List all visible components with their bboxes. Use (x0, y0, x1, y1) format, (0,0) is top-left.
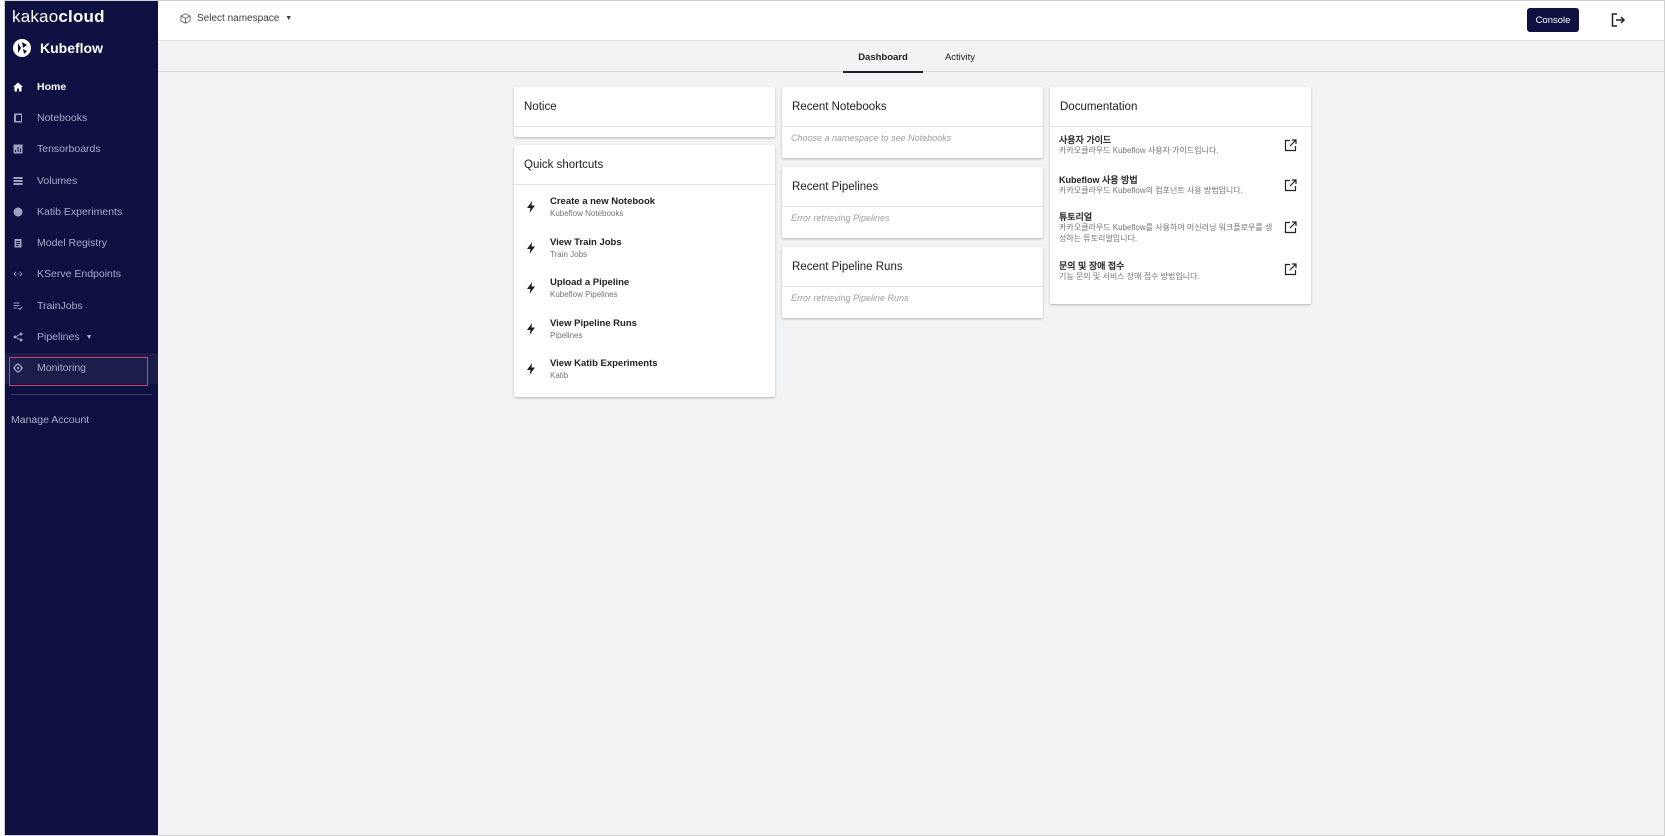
shortcut-upload-pipeline[interactable]: Upload a Pipeline Kubeflow Pipelines (514, 270, 775, 311)
card-title: Notice (514, 87, 775, 127)
sidebar-nav: Home Notebooks Tensorboards Volumes Kati… (5, 71, 158, 386)
kubeflow-logo[interactable]: Kubeflow (12, 38, 103, 58)
shortcut-create-notebook[interactable]: Create a new Notebook Kubeflow Notebooks (514, 189, 775, 230)
home-icon (12, 81, 23, 92)
cube-icon (180, 13, 191, 24)
namespace-label: Select namespace (197, 13, 280, 24)
sidebar-item-notebooks[interactable]: Notebooks (5, 102, 158, 133)
external-link-icon (1284, 139, 1297, 152)
bolt-icon (527, 363, 535, 375)
bolt-icon (527, 322, 535, 335)
clipboard-icon (12, 238, 23, 249)
bolt-icon (527, 282, 535, 294)
sidebar-item-trainjobs[interactable]: TrainJobs (5, 290, 158, 321)
error-state-text: Error retrieving Pipelines (791, 213, 890, 223)
sidebar-item-pipelines[interactable]: Pipelines ▼ (5, 321, 158, 352)
shortcut-view-pipeline-runs[interactable]: View Pipeline Runs Pipelines (514, 311, 775, 352)
sidebar-item-model-registry[interactable]: Model Registry (5, 227, 158, 258)
chevron-down-icon: ▼ (285, 15, 293, 22)
topbar: Select namespace ▼ Console (158, 1, 1664, 41)
empty-state-text: Choose a namespace to see Notebooks (791, 133, 952, 143)
shortcut-view-train-jobs[interactable]: View Train Jobs Train Jobs (514, 230, 775, 271)
tab-dashboard[interactable]: Dashboard (843, 42, 923, 73)
doc-link-support[interactable]: 문의 및 장애 접수 기능 문의 및 서비스 장애 접수 방법입니다. (1050, 260, 1311, 296)
kubeflow-icon (13, 39, 31, 57)
external-link-icon (1284, 221, 1297, 234)
sidebar-item-tensorboards[interactable]: Tensorboards (5, 134, 158, 165)
recent-notebooks-card: Recent Notebooks Choose a namespace to s… (782, 87, 1043, 158)
card-title: Quick shortcuts (514, 145, 775, 185)
external-link-icon (1284, 263, 1297, 276)
recent-pipeline-runs-card: Recent Pipeline Runs Error retrieving Pi… (782, 247, 1043, 318)
sidebar-item-katib-experiments[interactable]: Katib Experiments (5, 196, 158, 227)
katib-icon (12, 206, 23, 217)
sidebar-divider (11, 394, 152, 395)
code-arrows-icon (12, 269, 23, 280)
documentation-card: Documentation 사용자 가이드 카카오클라우드 Kubeflow 사용… (1050, 87, 1311, 304)
card-title: Documentation (1050, 87, 1311, 127)
shortcut-view-katib-experiments[interactable]: View Katib Experiments Katib (514, 351, 775, 392)
recent-pipelines-card: Recent Pipelines Error retrieving Pipeli… (782, 167, 1043, 238)
logout-icon[interactable] (1610, 12, 1626, 28)
product-name: Kubeflow (40, 40, 103, 56)
tab-activity[interactable]: Activity (925, 42, 995, 72)
bolt-icon (527, 241, 535, 254)
sidebar-item-home[interactable]: Home (5, 71, 158, 102)
card-title: Recent Pipelines (782, 167, 1043, 207)
tab-bar: Dashboard Activity (158, 42, 1664, 73)
external-link-icon (1284, 179, 1297, 192)
console-button[interactable]: Console (1527, 8, 1579, 32)
notice-card: Notice (514, 87, 775, 137)
chevron-down-icon: ▼ (85, 333, 93, 341)
doc-link-tutorial[interactable]: 튜토리얼 카카오클라우드 Kubeflow를 사용하여 머신러닝 워크플로우를 생… (1050, 211, 1311, 260)
card-title: Recent Pipeline Runs (782, 247, 1043, 287)
sidebar: kakaocloud Kubeflow Home Notebooks Tenso… (5, 1, 158, 835)
sidebar-item-kserve-endpoints[interactable]: KServe Endpoints (5, 259, 158, 290)
sidebar-item-monitoring[interactable]: Monitoring (5, 352, 158, 386)
doc-link-user-guide[interactable]: 사용자 가이드 카카오클라우드 Kubeflow 사용자 가이드입니다. (1050, 134, 1311, 174)
quick-shortcuts-card: Quick shortcuts Create a new Notebook Kub… (514, 145, 775, 397)
manage-account-link[interactable]: Manage Account (11, 414, 89, 426)
chart-icon (12, 144, 23, 155)
book-icon (12, 112, 23, 123)
card-title: Recent Notebooks (782, 87, 1043, 127)
namespace-selector[interactable]: Select namespace ▼ (180, 13, 292, 24)
sidebar-item-volumes[interactable]: Volumes (5, 165, 158, 196)
kakaocloud-logo: kakaocloud (12, 7, 105, 26)
share-icon (12, 332, 23, 343)
bolt-icon (527, 201, 535, 213)
doc-link-kubeflow-usage[interactable]: Kubeflow 사용 방법 카카오클라우드 Kubeflow의 컴포넌트 사용 … (1050, 174, 1311, 211)
list-check-icon (12, 300, 23, 311)
selection-highlight (9, 356, 148, 386)
app-window: kakaocloud Kubeflow Home Notebooks Tenso… (4, 0, 1665, 836)
storage-icon (12, 175, 23, 186)
error-state-text: Error retrieving Pipeline Runs (791, 293, 909, 303)
